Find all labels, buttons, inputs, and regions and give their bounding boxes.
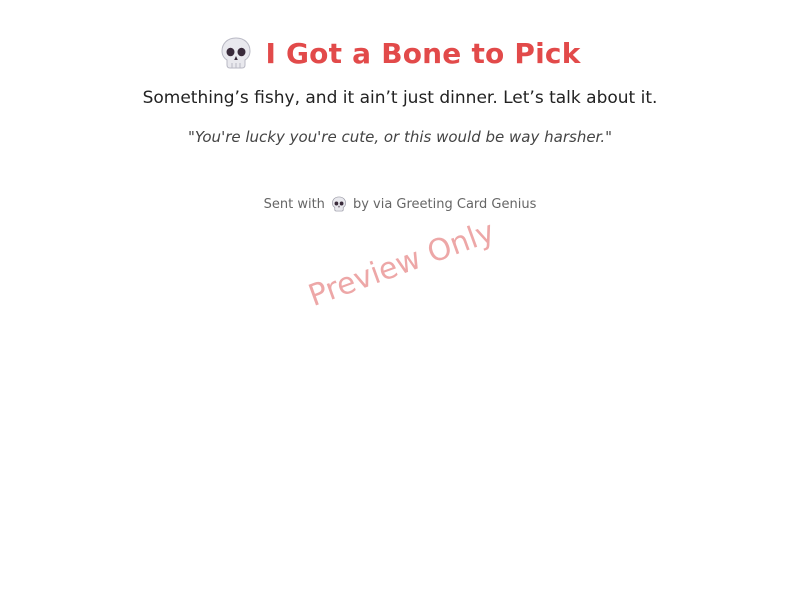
greeting-card-page: I Got a Bone to Pick Something’s fishy, … — [0, 0, 800, 600]
skull-icon — [331, 196, 347, 212]
card-message: Something’s fishy, and it ain’t just din… — [142, 88, 658, 108]
card-header: I Got a Bone to Pick — [0, 34, 800, 72]
skull-icon — [219, 36, 253, 70]
footer-prefix: Sent with — [263, 196, 325, 212]
card-quote: "You're lucky you're cute, or this would… — [187, 128, 613, 146]
greeting-card: I Got a Bone to Pick Something’s fishy, … — [0, 0, 800, 212]
footer-suffix: by via Greeting Card Genius — [352, 196, 537, 212]
card-title: I Got a Bone to Pick — [265, 36, 581, 70]
preview-watermark: Preview Only — [304, 214, 500, 314]
card-footer: Sent with by via Greeting Card Genius — [0, 196, 800, 212]
